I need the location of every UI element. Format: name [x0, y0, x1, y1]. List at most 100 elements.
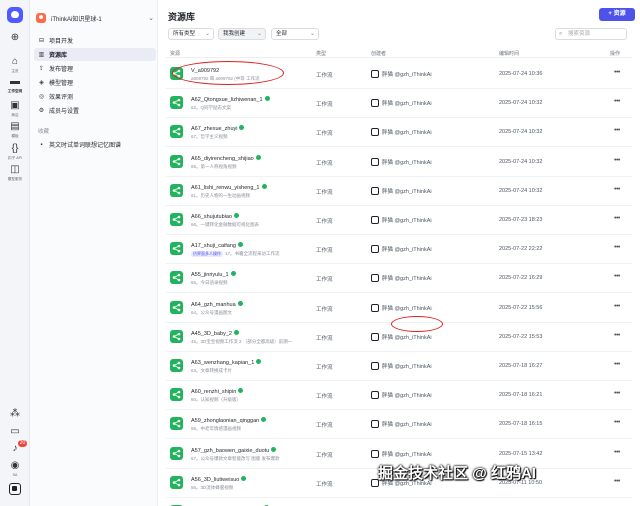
workspace-switcher[interactable]: iThinkAi知识星球-1 ⌄ [36, 11, 154, 25]
user-avatar[interactable] [9, 483, 21, 495]
favorite-item[interactable]: ▪ 英文时试单词联想记忆图谱 [34, 138, 156, 151]
more-actions-icon[interactable]: ••• [614, 273, 620, 280]
more-actions-icon[interactable]: ••• [614, 303, 620, 310]
resource-type: 工作流 [316, 102, 333, 109]
resource-type: 工作流 [316, 423, 333, 430]
type-filter[interactable]: 所有类型 ⌄ [168, 28, 214, 40]
resource-desc-cell: 67。哲学主义视频 [191, 134, 228, 140]
app-logo-icon[interactable] [7, 7, 23, 23]
more-actions-icon[interactable]: ••• [614, 390, 620, 397]
creator-cell: 胖猫 @gzh_iThinkAi [371, 245, 432, 254]
edit-time: 2025-07-24 10:32 [499, 100, 543, 107]
creator-name: 胖猫 @gzh_iThinkAi [382, 159, 432, 166]
new-resource-button[interactable]: + 资源 [599, 8, 635, 21]
status-filter[interactable]: 全部 ⌄ [271, 28, 319, 40]
table-row[interactable]: A60_renzhi_shipin 60。认知视频（升级版） 工作流 胖猫 @gzh_… [166, 381, 632, 411]
scope-filter[interactable]: 我我创建 ⌄ [218, 28, 266, 40]
resource-desc-cell: 63。文章转换成卡片 [191, 368, 232, 374]
creator-cell: 胖猫 @gzh_iThinkAi [371, 186, 432, 195]
more-actions-icon[interactable]: ••• [614, 186, 620, 193]
members-icon: ⚙ [38, 108, 45, 114]
sidebar-item-library[interactable]: ▥ 资源库 [34, 48, 156, 61]
rail-item-extension[interactable]: ⁂ [0, 408, 30, 420]
sidebar-item-publish[interactable]: ⇪ 发布管理 [34, 62, 156, 75]
rail-item-api[interactable]: {} 扣子 API [0, 143, 30, 160]
table-row[interactable]: A66_shujutubiao 66。一键转化金融数据可视化图表 工作流 胖猫 @gz… [166, 206, 632, 235]
chevron-down-icon: ⌄ [309, 31, 315, 37]
sidebar-item-model-manage[interactable]: ◈ 模型管理 [34, 76, 156, 89]
edit-time: 2025-07-18 16:21 [499, 392, 543, 399]
workflow-icon [170, 329, 183, 343]
workflow-icon [170, 271, 183, 285]
table-row[interactable]: A61_lishi_renwu_yisheng_1 61。历史人物的一生动画视频 工… [166, 177, 632, 206]
more-actions-icon[interactable]: ••• [614, 478, 620, 485]
creator-name: 胖猫 @gzh_iThinkAi [382, 451, 432, 458]
rail-item-label: 主页 [11, 68, 19, 73]
more-actions-icon[interactable]: ••• [614, 69, 620, 76]
resource-description: 60。认知视频（升级版） [191, 397, 242, 403]
rail-item-doc[interactable]: ▭ [0, 426, 30, 438]
rail-item-workspace[interactable]: ▬ 工作空间 [0, 76, 30, 93]
resource-desc-cell: 57。公众号爆款文章智能改写 图版 发布爆款 [191, 456, 280, 462]
resource-type: 工作流 [316, 306, 333, 313]
sidebar-item-evaluate[interactable]: ◎ 效果评测 [34, 90, 156, 103]
sidebar-item-label: 发布管理 [49, 67, 74, 73]
more-actions-icon[interactable]: ••• [614, 215, 620, 222]
resource-name: A17_shuji_caifang [191, 243, 236, 250]
scope-filter-value: 我我创建 [223, 31, 246, 37]
table-row[interactable]: A55_niren_yangsheng_video55。拟生养生音乐动画视频工作… [166, 498, 632, 506]
sidebar-item-members[interactable]: ⚙ 成员与设置 [34, 104, 156, 117]
search-input[interactable]: ⌕ 搜索资源 [555, 28, 627, 40]
more-actions-icon[interactable]: ••• [614, 449, 620, 456]
resource-name-cell: A45_3D_baby_2 [191, 329, 239, 337]
resource-desc-cell: 62。Q同学励志文案 [191, 105, 231, 111]
table-row[interactable]: A45_3D_baby_2 45。3D宝宝视频工作流 2 （部分全都高级）前期一 工… [166, 323, 632, 352]
rail-item-record[interactable]: ◉ SA [0, 460, 30, 477]
sidebar-item-project[interactable]: ⊟ 项目开发 [34, 34, 156, 47]
workflow-icon [170, 475, 183, 489]
rail-item-store[interactable]: ▣ 商店 [0, 100, 30, 117]
rail-item-template[interactable]: ▤ 模板 [0, 121, 30, 138]
column-header-creator: 创建者 [371, 51, 387, 57]
more-actions-icon[interactable]: ••• [614, 98, 620, 105]
table-row[interactable]: A59_zhonglaonian_qinggan 59。中老年情感漫画视频 工作流 胖… [166, 410, 632, 440]
workflow-icon [170, 417, 183, 431]
rail-item-home[interactable]: ⌂ 主页 [0, 56, 30, 73]
workspace-icon: ▬ [10, 76, 20, 87]
creator-name: 胖猫 @gzh_iThinkAi [382, 101, 432, 108]
resource-desc-cell: 仿界面多人操作 17。书籍全流程采访工作流 [191, 251, 280, 258]
table-row[interactable]: A65_diyirencheng_shijiao 65。第一人称视角视频 工作流 胖猫… [166, 148, 632, 177]
resource-name: A67_zhexue_zhuyi [191, 126, 238, 133]
more-actions-icon[interactable]: ••• [614, 127, 620, 134]
table-row[interactable]: A63_wenzhang_kapian_1 63。文章转换成卡片 工作流 胖猫 @gz… [166, 352, 632, 381]
table-row[interactable]: A64_gzh_manhua 64。公众号漫画图文 工作流 胖猫 @gzh_iThin… [166, 294, 632, 323]
table-row[interactable]: A62_Qtongxue_lizhiwenan_1 62。Q同学励志文案 工作流 胖猫… [166, 89, 632, 119]
published-check-icon [233, 329, 239, 335]
more-actions-icon[interactable]: ••• [614, 332, 620, 339]
creator-cell: 胖猫 @gzh_iThinkAi [371, 362, 432, 370]
table-row[interactable]: A55_jinriyulu_1 55。今日语录视频 工作流 胖猫 @gzh_iThin… [166, 264, 632, 294]
resource-description: 57。公众号爆款文章智能改写 图版 发布爆款 [191, 455, 280, 461]
creator-avatar [371, 245, 379, 254]
table-row[interactable]: A67_zhexue_zhuyi 67。哲学主义视频 工作流 胖猫 @gzh_iThi… [166, 118, 632, 148]
watermark: 掘金技术社区 @ 红鸦AI [378, 465, 536, 482]
resource-desc-cell: 65。第一人称视角视频 [191, 164, 237, 170]
sidebar-item-label: 项目开发 [49, 39, 74, 45]
resource-desc-cell: 60。认知视频（升级版） [191, 397, 241, 403]
creator-name: 胖猫 @gzh_iThinkAi [382, 393, 432, 400]
more-actions-icon[interactable]: ••• [614, 361, 620, 368]
sidebar-item-label: 成员与设置 [49, 109, 80, 115]
rail-item-add[interactable]: ⊕ [0, 32, 30, 44]
resource-description: 64。公众号漫画图文 [191, 309, 233, 315]
resource-name-cell: A67_zhexue_zhuyi [191, 125, 245, 133]
more-actions-icon[interactable]: ••• [614, 419, 620, 426]
table-row[interactable]: V_a909792 a909792 喝 a909792 (中等 工作流 工作流 胖猫 … [166, 60, 632, 89]
rail-item-bell[interactable]: ♪ 20 [0, 440, 30, 455]
more-actions-icon[interactable]: ••• [614, 157, 620, 164]
table-row[interactable]: A17_shuji_caifang 仿界面多人操作 17。书籍全流程采访工作流 工作流… [166, 235, 632, 265]
rail-item-model[interactable]: ◫ 模型服务 [0, 164, 30, 181]
more-actions-icon[interactable]: ••• [614, 244, 620, 251]
rail-item-label: 工作空间 [7, 88, 23, 93]
home-icon: ⌂ [11, 56, 19, 67]
resource-name: A64_gzh_manhua [191, 301, 236, 308]
